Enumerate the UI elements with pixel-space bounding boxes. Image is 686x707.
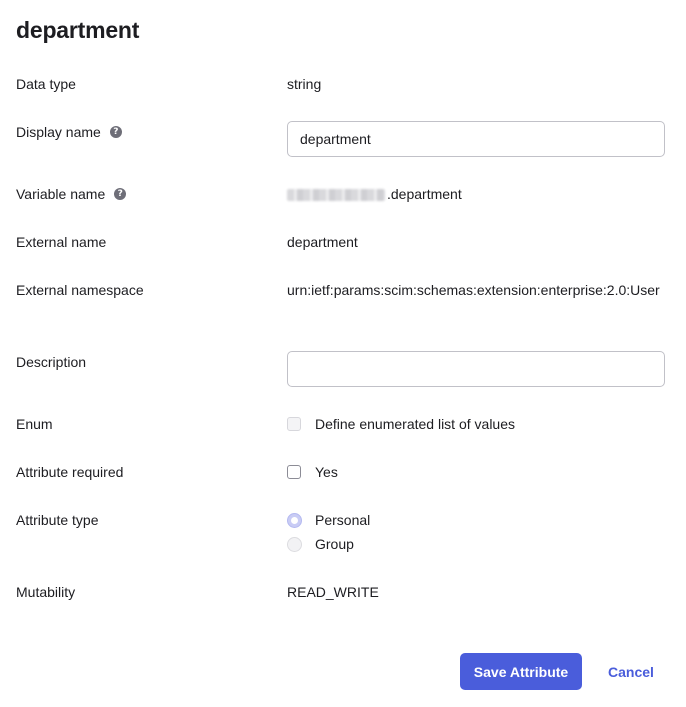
external-namespace-value: urn:ietf:params:scim:schemas:extension:e… bbox=[287, 282, 660, 298]
enum-label: Enum bbox=[16, 416, 53, 432]
cancel-button[interactable]: Cancel bbox=[600, 653, 662, 690]
personal-radio-label: Personal bbox=[315, 512, 371, 528]
variable-name-label-text: Variable name bbox=[16, 186, 106, 202]
question-circle-icon[interactable]: ? bbox=[114, 188, 127, 200]
attribute-required-label: Attribute required bbox=[16, 464, 124, 480]
attribute-type-group: Group bbox=[287, 534, 354, 554]
attribute-required-option: Yes bbox=[287, 462, 338, 482]
mutability-label: Mutability bbox=[16, 584, 76, 600]
variable-name-value: .department bbox=[287, 182, 462, 206]
display-name-label: Display name ? bbox=[16, 122, 122, 142]
description-label: Description bbox=[16, 354, 87, 370]
personal-radio[interactable] bbox=[287, 512, 302, 528]
attribute-type-personal: Personal bbox=[287, 510, 370, 530]
description-input[interactable] bbox=[287, 351, 665, 387]
group-radio[interactable] bbox=[287, 536, 302, 552]
group-radio-label: Group bbox=[315, 536, 354, 552]
save-attribute-button[interactable]: Save Attribute bbox=[460, 653, 582, 690]
attribute-type-label: Attribute type bbox=[16, 512, 99, 528]
display-name-label-text: Display name bbox=[16, 124, 101, 140]
data-type-label: Data type bbox=[16, 76, 76, 92]
enum-option: Define enumerated list of values bbox=[287, 414, 515, 434]
mutability-value: READ_WRITE bbox=[287, 584, 379, 600]
variable-name-suffix: .department bbox=[387, 186, 462, 202]
attribute-required-option-label: Yes bbox=[315, 464, 338, 480]
question-circle-icon[interactable]: ? bbox=[109, 126, 122, 138]
external-namespace-label: External namespace bbox=[16, 282, 144, 298]
attribute-required-checkbox[interactable] bbox=[287, 465, 301, 479]
redacted-prefix bbox=[287, 189, 385, 202]
data-type-value: string bbox=[287, 76, 322, 92]
display-name-input[interactable] bbox=[287, 121, 665, 157]
enum-checkbox[interactable] bbox=[287, 417, 301, 431]
external-name-label: External name bbox=[16, 234, 107, 250]
variable-name-label: Variable name ? bbox=[16, 184, 127, 204]
external-name-value: department bbox=[287, 234, 358, 250]
enum-option-label: Define enumerated list of values bbox=[315, 416, 515, 432]
page-title: department bbox=[16, 17, 140, 43]
